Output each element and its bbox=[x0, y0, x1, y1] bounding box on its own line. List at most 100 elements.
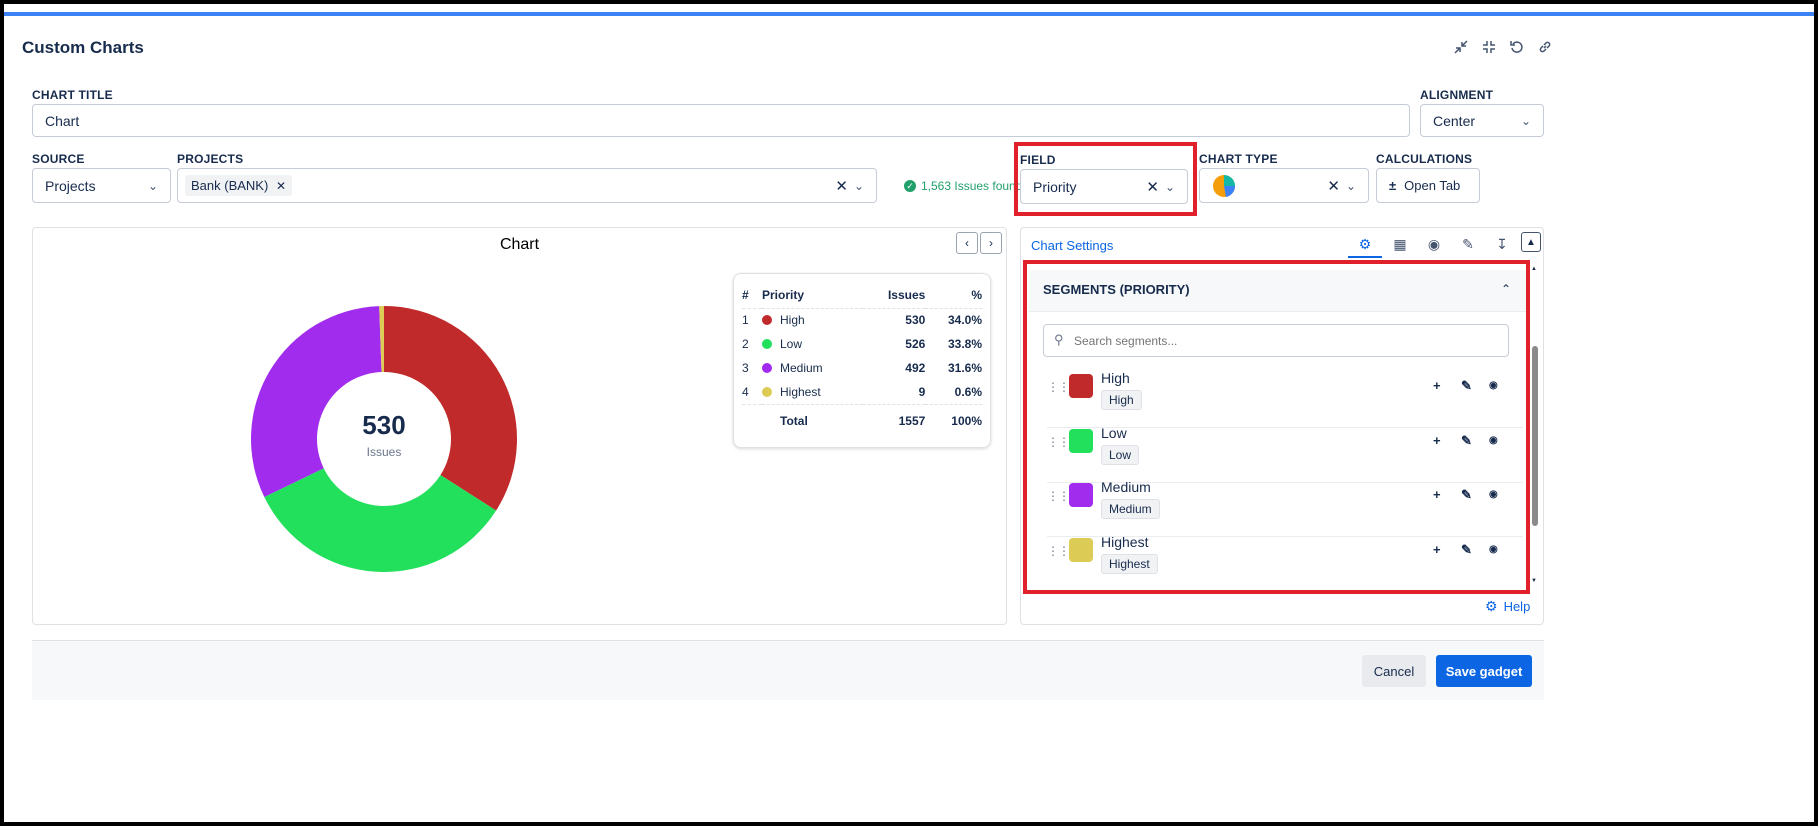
donut-center-value: 530 bbox=[362, 410, 406, 440]
calculator-icon[interactable]: ▦ bbox=[1386, 236, 1414, 253]
clear-icon[interactable]: ✕ bbox=[1146, 178, 1159, 196]
top-accent-line bbox=[4, 12, 1814, 16]
legend-row-issues: 492 bbox=[905, 361, 926, 375]
chevron-down-icon: ⌄ bbox=[1345, 178, 1356, 193]
legend-total-pct: 100% bbox=[951, 414, 982, 429]
help-link[interactable]: ⚙ Help bbox=[1485, 598, 1530, 615]
issues-found-status: ✓ 1,563 Issues found bbox=[904, 179, 1022, 193]
donut-slice-high[interactable] bbox=[384, 306, 517, 511]
legend-row-num: 3 bbox=[742, 361, 749, 375]
legend-row-num: 2 bbox=[742, 337, 749, 351]
legend-table: # Priority Issues % 1 High 530 34.0% 2 Low 526… bbox=[742, 282, 982, 438]
footer-bar: Cancel Save gadget bbox=[32, 640, 1544, 700]
scroll-up-arrow[interactable]: ▲ bbox=[1531, 266, 1537, 272]
chart-type-label: CHART TYPE bbox=[1199, 152, 1278, 166]
chevron-up-icon[interactable]: ▲ bbox=[1521, 232, 1541, 252]
scroll-down-arrow[interactable]: ▼ bbox=[1531, 578, 1537, 584]
project-tag: Bank (BANK) ✕ bbox=[185, 175, 292, 196]
legend-header-pct: % bbox=[971, 287, 982, 302]
chart-settings-title: Chart Settings bbox=[1031, 238, 1114, 253]
legend-row-num: 1 bbox=[742, 313, 749, 328]
chevron-down-icon: ⌄ bbox=[147, 178, 158, 193]
segments-scrollbar[interactable]: ▲ ▼ bbox=[1531, 266, 1539, 590]
legend-row-pct: 0.6% bbox=[954, 384, 982, 399]
legend-row-priority: Medium bbox=[762, 356, 863, 380]
legend-row: 1 High 530 34.0% bbox=[742, 308, 982, 332]
plus-minus-icon: ± bbox=[1389, 178, 1397, 193]
source-select[interactable]: Projects ⌄ bbox=[32, 168, 171, 203]
alignment-select[interactable]: Center ⌄ bbox=[1420, 104, 1544, 137]
field-label: FIELD bbox=[1020, 153, 1056, 167]
projects-label: PROJECTS bbox=[177, 152, 244, 166]
custom-charts-gadget: Custom Charts CHART TITLE Chart ALIGNMEN… bbox=[4, 4, 1814, 822]
chart-title-label: CHART TITLE bbox=[32, 88, 113, 102]
download-icon[interactable]: ↧ bbox=[1488, 236, 1516, 253]
legend-header-issues: Issues bbox=[887, 287, 926, 302]
legend-total-num bbox=[742, 404, 762, 438]
check-circle-icon: ✓ bbox=[904, 180, 916, 192]
alignment-value: Center bbox=[1433, 112, 1476, 129]
legend-row-priority: High bbox=[762, 308, 863, 332]
legend-row-name: Highest bbox=[780, 384, 821, 399]
legend-dot bbox=[762, 315, 772, 326]
field-select[interactable]: Priority ✕ ⌄ bbox=[1020, 169, 1188, 204]
collapse-icon[interactable] bbox=[1478, 36, 1500, 58]
legend-row-issues: 9 bbox=[918, 384, 926, 399]
projects-select[interactable]: Bank (BANK) ✕ ✕ ⌄ bbox=[177, 168, 877, 203]
legend-row-name: High bbox=[780, 313, 805, 328]
legend-dot bbox=[762, 363, 772, 373]
legend-row-priority: Low bbox=[762, 332, 863, 356]
chevron-right-icon[interactable]: › bbox=[980, 232, 1002, 254]
clear-icon[interactable]: ✕ bbox=[1327, 177, 1340, 195]
settings-gear-icon[interactable]: ⚙ bbox=[1348, 236, 1382, 258]
legend-dot bbox=[762, 339, 772, 349]
minimize-icon[interactable] bbox=[1450, 36, 1472, 58]
source-label: SOURCE bbox=[32, 152, 85, 166]
edit-icon[interactable]: ✎ bbox=[1454, 236, 1482, 253]
pie-chart-icon bbox=[1213, 174, 1236, 197]
open-tab-button[interactable]: ± Open Tab bbox=[1376, 168, 1480, 203]
legend-row-name: Low bbox=[780, 337, 803, 351]
legend-row-issues: 526 bbox=[905, 337, 926, 351]
donut-slice-medium[interactable] bbox=[250, 306, 382, 497]
source-value: Projects bbox=[45, 177, 96, 194]
refresh-icon[interactable] bbox=[1506, 36, 1528, 58]
calculations-label: CALCULATIONS bbox=[1376, 152, 1473, 166]
gadget-title: Custom Charts bbox=[22, 38, 144, 57]
legend-total-issues: 1557 bbox=[898, 414, 926, 429]
open-tab-label: Open Tab bbox=[1404, 178, 1461, 193]
chevron-down-icon: ⌄ bbox=[1164, 179, 1175, 194]
link-icon[interactable] bbox=[1534, 36, 1556, 58]
segments-highlight-box bbox=[1023, 260, 1530, 594]
legend-row-pct: 31.6% bbox=[947, 361, 982, 375]
cancel-button[interactable]: Cancel bbox=[1362, 655, 1426, 687]
legend-row-num: 4 bbox=[742, 384, 749, 399]
save-gadget-button[interactable]: Save gadget bbox=[1436, 655, 1532, 687]
legend-header-num: # bbox=[742, 287, 749, 302]
field-value: Priority bbox=[1033, 178, 1077, 195]
chevron-down-icon: ⌄ bbox=[853, 178, 864, 193]
chevron-down-icon: ⌄ bbox=[1520, 113, 1531, 128]
chevron-left-icon[interactable]: ‹ bbox=[956, 232, 978, 254]
legend-row-pct: 33.8% bbox=[947, 337, 982, 351]
legend-row: 4 Highest 9 0.6% bbox=[742, 380, 982, 404]
chart-title-input[interactable]: Chart bbox=[32, 104, 1410, 137]
chart-title-value: Chart bbox=[45, 112, 80, 129]
project-tag-label: Bank (BANK) bbox=[191, 178, 269, 193]
issues-found-text: 1,563 Issues found bbox=[921, 179, 1023, 193]
legend-dot bbox=[762, 386, 772, 397]
legend-row-priority: Highest bbox=[762, 380, 863, 404]
scrollbar-thumb[interactable] bbox=[1532, 346, 1538, 526]
legend-row-issues: 530 bbox=[905, 313, 926, 328]
gear-icon: ⚙ bbox=[1485, 598, 1498, 614]
alignment-label: ALIGNMENT bbox=[1420, 88, 1494, 102]
remove-tag-icon[interactable]: ✕ bbox=[276, 179, 286, 193]
legend-total-label: Total bbox=[780, 414, 808, 429]
eye-icon[interactable]: ◉ bbox=[1420, 236, 1448, 253]
help-label: Help bbox=[1503, 599, 1531, 614]
chart-type-select[interactable]: ✕ ⌄ bbox=[1199, 168, 1369, 203]
clear-icon[interactable]: ✕ bbox=[835, 177, 848, 195]
legend-header-priority: Priority bbox=[762, 287, 805, 302]
legend-row: 2 Low 526 33.8% bbox=[742, 332, 982, 356]
donut-center-label: Issues bbox=[366, 445, 402, 459]
